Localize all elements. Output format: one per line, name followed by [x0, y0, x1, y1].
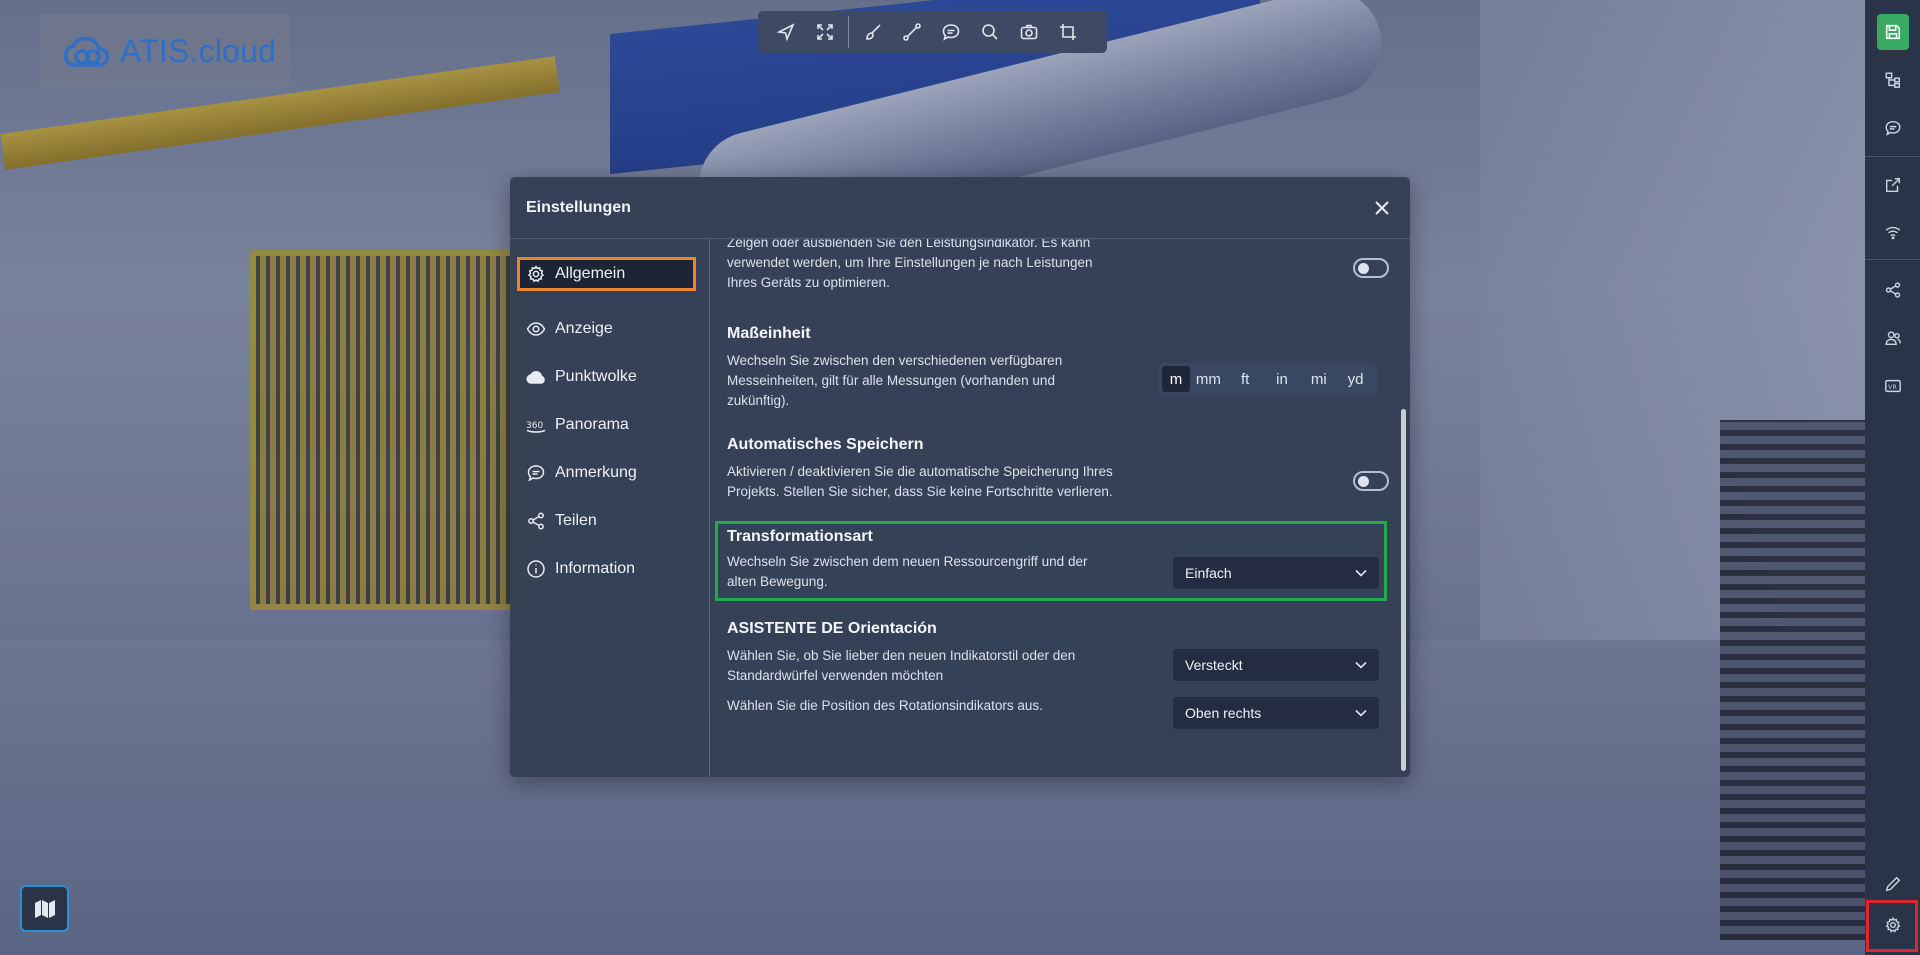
comment-icon	[527, 465, 545, 482]
unit-selector: m mm ft in mi yd	[1159, 363, 1377, 395]
performance-toggle[interactable]	[1353, 258, 1389, 278]
settings-content[interactable]: Zeigen oder ausblenden Sie den Leistungs…	[711, 239, 1410, 777]
nav-item-label: Anmerkung	[555, 464, 637, 481]
tree-structure-icon	[1885, 72, 1900, 88]
chat-icon	[1885, 120, 1900, 136]
cursor-arrow-icon[interactable]	[766, 15, 805, 49]
share-icon	[1885, 282, 1900, 298]
unit-option-m[interactable]: m	[1162, 366, 1190, 392]
orientation-style-select[interactable]: Versteckt	[1173, 649, 1379, 681]
nav-item-information[interactable]: Information	[510, 545, 709, 593]
setting-autosave-desc: Aktivieren / deaktivieren Sie die automa…	[727, 464, 1113, 499]
orientation-position-select[interactable]: Oben rechts	[1173, 697, 1379, 729]
settings-scrollbar[interactable]	[1401, 409, 1406, 771]
toolbar-divider	[848, 16, 849, 48]
unit-option-yd[interactable]: yd	[1337, 366, 1374, 392]
info-icon	[527, 560, 545, 578]
wifi-icon	[1885, 226, 1900, 240]
setting-transform-desc: Wechseln Sie zwischen dem neuen Ressourc…	[727, 554, 1088, 589]
unit-option-ft[interactable]: ft	[1227, 366, 1264, 392]
nav-item-anmerkung[interactable]: Anmerkung	[510, 449, 709, 497]
setting-orientation-position-desc: Wählen Sie die Position des Rotationsind…	[727, 698, 1043, 713]
external-link-button[interactable]	[1865, 163, 1920, 207]
eye-icon	[526, 322, 546, 336]
share-button[interactable]	[1865, 268, 1920, 312]
svg-text:VR: VR	[1888, 384, 1897, 391]
setting-transform-title: Transformationsart	[727, 528, 873, 545]
setting-units-title: Maßeinheit	[727, 325, 811, 342]
nav-item-punktwolke[interactable]: Punktwolke	[510, 353, 709, 401]
transform-select-value: Einfach	[1185, 565, 1232, 581]
setting-autosave: Automatisches Speichern Aktivieren / dea…	[727, 436, 1377, 502]
users-icon	[1885, 331, 1901, 346]
cloud-logo-icon	[63, 36, 110, 67]
sidebar-divider	[1865, 156, 1920, 157]
right-sidebar: VR	[1865, 0, 1920, 955]
nav-item-panorama[interactable]: 360 Panorama	[510, 401, 709, 449]
chat-button[interactable]	[1865, 106, 1920, 150]
top-toolbar	[758, 11, 1107, 53]
chat-bubble-icon[interactable]	[931, 15, 970, 49]
orientation-position-value: Oben rechts	[1185, 705, 1262, 721]
search-icon[interactable]	[970, 15, 1009, 49]
brand-logo-text: ATIS.cloud	[120, 32, 277, 69]
setting-orientation-desc: Wählen Sie, ob Sie lieber den neuen Indi…	[727, 648, 1076, 683]
dialog-header: Einstellungen	[510, 177, 1410, 239]
measure-line-icon[interactable]	[892, 15, 931, 49]
brush-icon[interactable]	[853, 15, 892, 49]
nav-item-label: Punktwolke	[555, 368, 637, 385]
crop-icon[interactable]	[1048, 15, 1087, 49]
pencil-icon	[1885, 876, 1900, 892]
unit-option-in[interactable]: in	[1264, 366, 1301, 392]
chevron-down-icon	[1355, 569, 1367, 577]
nav-item-label: Anzeige	[555, 320, 613, 337]
unit-option-mi[interactable]: mi	[1300, 366, 1337, 392]
transform-select[interactable]: Einfach	[1173, 557, 1379, 589]
svg-text:360: 360	[526, 421, 543, 431]
tree-structure-button[interactable]	[1865, 58, 1920, 102]
vr-icon: VR	[1884, 379, 1901, 393]
external-link-icon	[1885, 177, 1900, 193]
dialog-title: Einstellungen	[526, 198, 631, 216]
vr-button[interactable]: VR	[1865, 364, 1920, 408]
chevron-down-icon	[1355, 661, 1367, 669]
setting-performance-desc: Zeigen oder ausblenden Sie den Leistungs…	[727, 239, 1093, 290]
nav-item-anzeige[interactable]: Anzeige	[510, 305, 709, 353]
setting-autosave-title: Automatisches Speichern	[727, 436, 924, 453]
autosave-toggle[interactable]	[1353, 471, 1389, 491]
nav-item-label: Teilen	[555, 512, 597, 529]
map-icon	[34, 899, 55, 918]
orientation-style-value: Versteckt	[1185, 657, 1243, 673]
panorama-360-icon: 360	[526, 421, 546, 433]
map-button[interactable]	[20, 885, 69, 932]
sidebar-divider	[1865, 259, 1920, 260]
share-icon	[528, 512, 544, 530]
expand-arrows-icon[interactable]	[805, 15, 844, 49]
nav-item-label: Panorama	[555, 416, 629, 433]
nav-item-teilen[interactable]: Teilen	[510, 497, 709, 545]
settings-button-highlight	[1866, 900, 1918, 952]
nav-item-label: Information	[555, 560, 636, 577]
settings-nav: Allgemein Anzeige Punktwolke 360 Panoram…	[510, 239, 710, 777]
chevron-down-icon	[1355, 709, 1367, 717]
cloud-icon	[526, 370, 545, 384]
brand-logo: ATIS.cloud	[40, 14, 290, 88]
camera-icon[interactable]	[1009, 15, 1048, 49]
nav-item-label: Allgemein	[555, 265, 626, 282]
save-button[interactable]	[1877, 14, 1909, 50]
wifi-button[interactable]	[1865, 210, 1920, 254]
close-icon[interactable]	[1372, 198, 1392, 218]
setting-orientation-title: ASISTENTE DE Orientación	[727, 620, 937, 637]
settings-dialog: Einstellungen Allgemein Anzeige Punktwol…	[510, 177, 1410, 777]
save-icon	[1885, 24, 1901, 40]
nav-item-allgemein[interactable]: Allgemein	[517, 257, 696, 291]
setting-performance: Zeigen oder ausblenden Sie den Leistungs…	[727, 239, 1377, 293]
setting-units-desc: Wechseln Sie zwischen den verschiedenen …	[727, 353, 1063, 408]
users-button[interactable]	[1865, 316, 1920, 360]
gear-icon	[527, 265, 545, 283]
unit-option-mm[interactable]: mm	[1190, 366, 1227, 392]
